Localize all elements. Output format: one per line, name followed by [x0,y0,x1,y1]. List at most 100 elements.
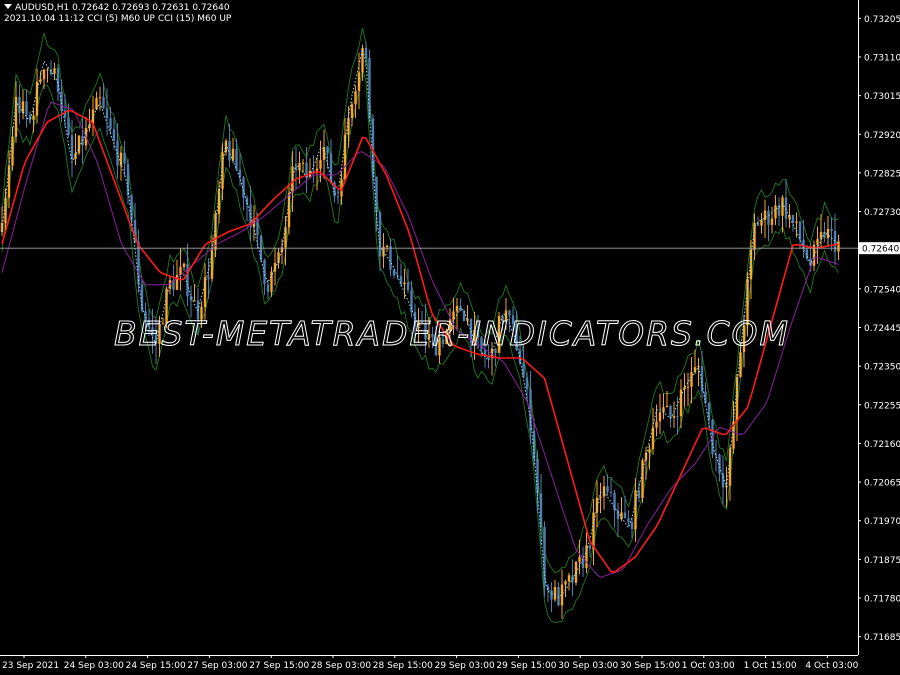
candle-body [550,590,553,600]
candle-body [679,389,683,417]
candle-body [774,205,777,219]
candle-body [609,492,613,494]
candle-body [7,165,11,198]
candle-body [630,521,634,530]
candle-body [56,68,60,92]
candle-body [95,97,98,110]
candle-body [599,496,602,498]
candle-body [826,228,830,239]
candle-body [336,196,340,198]
x-tick-label: 28 Sep 15:00 [373,661,433,671]
candle-body [697,366,700,368]
candle-body [60,91,63,111]
candle-body [665,405,669,408]
symbol-line: AUDUSD,H1 0.72642 0.72693 0.72631 0.7264… [15,3,230,13]
candle-body [567,575,571,582]
candle [641,458,644,503]
y-tick-label: 0.71780 [864,595,900,605]
candle-body [749,250,753,280]
candle-body [770,218,774,225]
candle-body [585,545,588,568]
candle-body [375,176,378,213]
candle-body [179,267,182,276]
y-tick-label: 0.73015 [864,92,900,102]
candle-body [830,228,833,231]
candle-body [32,115,35,120]
candle-body [406,282,410,291]
candle-body [53,68,56,74]
candle-body [707,402,711,421]
y-tick-label: 0.72920 [864,131,900,141]
forex-chart[interactable]: 0.72640 0.73205 0.73110 0.73015 0.72920 0.728… [0,0,900,675]
candle-body [403,282,406,285]
x-tick-label: 1 Oct 03:00 [682,661,735,671]
y-tick-label: 0.72825 [864,169,900,179]
candle [574,561,578,586]
candle-body [42,69,46,80]
candle-body [557,587,560,606]
candle-body [816,239,819,245]
y-tick-label: 0.71685 [864,633,900,643]
chart-canvas[interactable]: 0.72640 0.73205 0.73110 0.73015 0.72920 0.728… [0,0,900,675]
collapse-triangle-icon[interactable] [4,4,12,9]
candle-body [182,263,186,268]
candle-body [301,162,305,164]
x-tick-label: 30 Sep 03:00 [558,661,618,671]
y-tick-label: 0.72160 [864,440,900,450]
candle-body [46,69,49,71]
x-tick-label: 27 Sep 15:00 [249,661,309,671]
x-tick-label: 30 Sep 15:00 [620,661,680,671]
x-tick-label: 29 Sep 15:00 [496,661,556,671]
candle-body [112,129,116,141]
y-tick-label: 0.73110 [864,53,900,63]
candle [77,134,81,156]
candle-body [105,108,109,119]
candle-body [595,497,599,513]
candle-body [266,284,270,292]
candle-body [669,405,672,418]
candle-body [704,391,707,403]
candle-body [392,269,396,276]
candle-body [350,104,354,118]
candle-body [606,486,609,493]
candle-body [613,492,616,511]
candle-body [203,277,207,307]
candle [368,49,371,123]
symbol-header: AUDUSD,H1 0.72642 0.72693 0.72631 0.7264… [4,3,230,14]
candle-body [224,140,228,153]
candle-body [343,134,347,180]
y-tick-label: 0.72255 [864,401,900,411]
candle-body [819,232,823,240]
candle-body [777,205,781,216]
candle-body [686,386,690,388]
candle-body [35,81,39,116]
candle-body [767,210,770,225]
x-tick-label: 28 Sep 03:00 [311,661,371,671]
candle-body [539,493,543,527]
candle-body [676,416,679,418]
y-tick-label: 0.72445 [864,324,900,334]
candle-body [207,277,210,279]
candle-body [795,221,798,223]
candle-body [592,512,595,549]
candle-body [319,159,322,169]
y-tick-label: 0.72065 [864,479,900,489]
y-tick-label: 0.71970 [864,517,900,527]
candle-body [672,416,676,418]
candle-body [259,235,263,260]
candle-body [588,545,592,549]
x-tick-label: 23 Sep 2021 [2,661,59,671]
x-tick-label: 1 Oct 15:00 [744,661,797,671]
candle-body [798,221,802,240]
candle-body [102,97,105,109]
candle-body [389,245,392,270]
y-tick-label: 0.72540 [864,285,900,295]
candle-body [291,166,294,193]
candle-body [487,356,490,359]
candle-body [67,117,70,136]
candle [543,521,546,597]
candle-body [123,152,126,164]
candle-body [532,431,536,460]
candle-body [728,448,732,486]
candle-body [525,377,529,390]
